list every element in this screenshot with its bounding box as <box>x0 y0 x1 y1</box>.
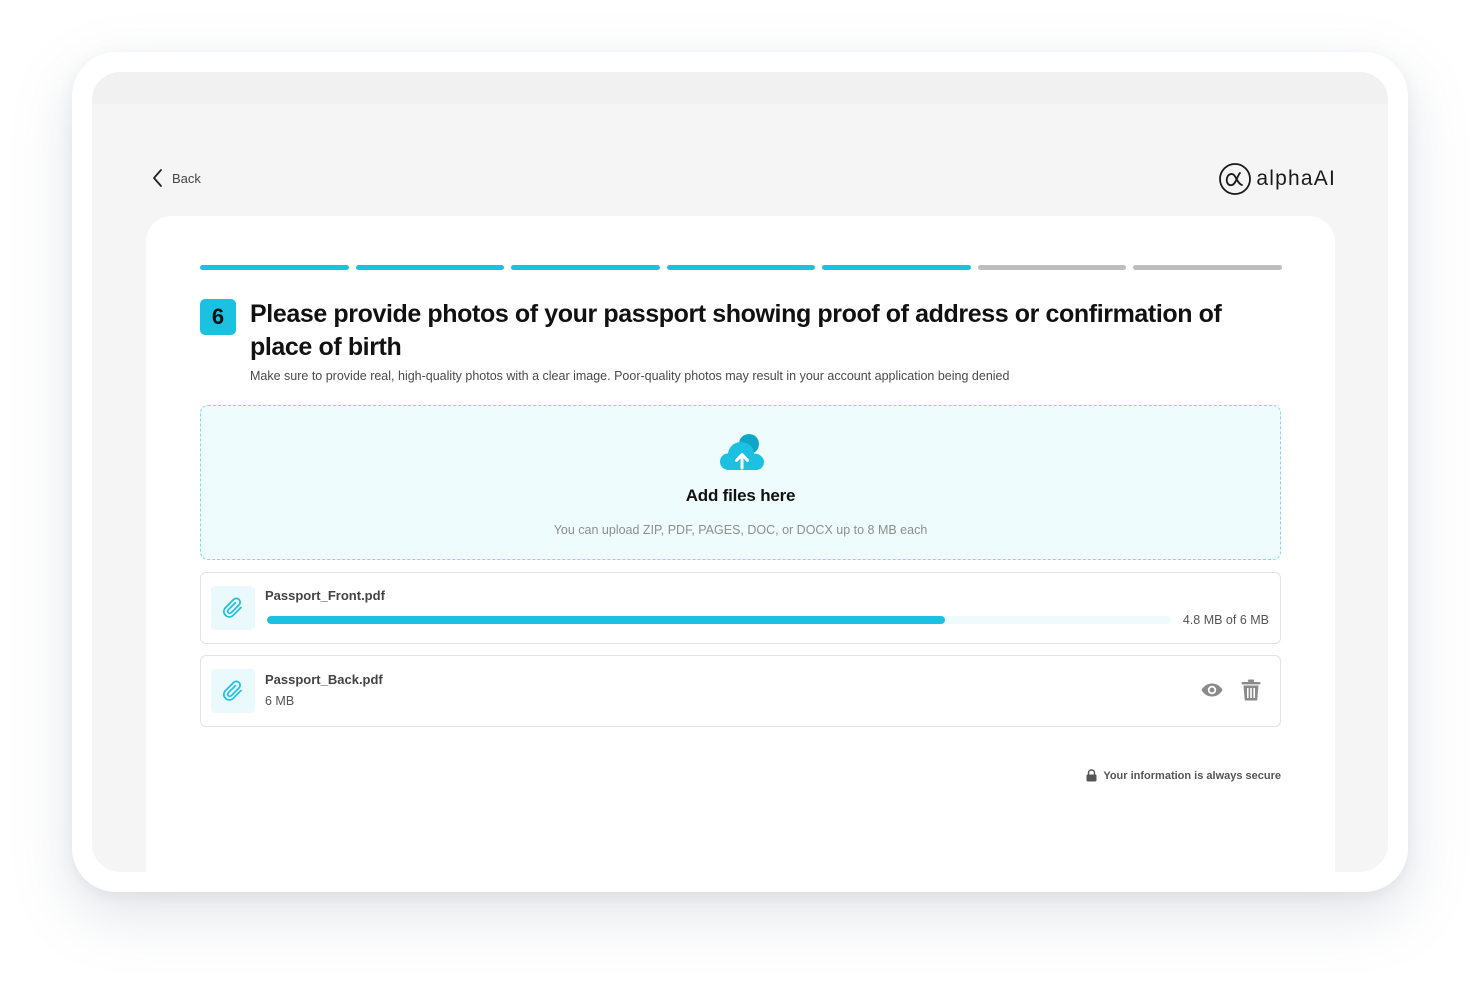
file-type-badge <box>211 669 255 713</box>
preview-file-button[interactable] <box>1200 678 1224 707</box>
paperclip-icon <box>223 597 242 618</box>
dropzone-subtitle: You can upload ZIP, PDF, PAGES, DOC, or … <box>553 523 928 537</box>
upload-progress-text: 4.8 MB of 6 MB <box>1182 613 1269 627</box>
logo-text: alphaAI <box>1256 167 1336 190</box>
question-hint: Make sure to provide real, high-quality … <box>250 369 1010 383</box>
paperclip-icon <box>223 680 242 701</box>
lock-icon <box>1086 769 1097 782</box>
progress-segment-pending <box>977 265 1126 270</box>
progress-segment-complete <box>511 265 660 270</box>
alpha-logo-icon <box>1219 163 1252 195</box>
file-dropzone[interactable]: Add files here You can upload ZIP, PDF, … <box>200 405 1281 560</box>
question-title: Please provide photos of your passport s… <box>250 300 1222 361</box>
file-item-uploaded: Passport_Back.pdf 6 MB <box>200 655 1281 727</box>
upload-progress-bar <box>267 616 1171 624</box>
brand-logo: alphaAI <box>1218 162 1336 196</box>
back-button[interactable]: Back <box>152 168 201 188</box>
tablet-frame: Back alphaAI 6 Please provide photos of … <box>72 52 1408 892</box>
step-number-badge: 6 <box>200 299 236 335</box>
form-card: 6 Please provide photos of your passport… <box>146 216 1335 872</box>
dropzone-title: Add files here <box>685 486 796 505</box>
progress-segment-complete <box>355 265 504 270</box>
eye-icon <box>1201 683 1223 697</box>
cloud-upload-icon <box>720 434 764 470</box>
file-name: Passport_Front.pdf <box>265 588 385 603</box>
file-size: 6 MB <box>265 694 295 708</box>
status-bar <box>92 72 1388 104</box>
security-note-text: Your information is always secure <box>1103 769 1281 782</box>
app-screen: Back alphaAI 6 Please provide photos of … <box>92 72 1388 872</box>
security-note: Your information is always secure <box>1086 769 1281 782</box>
file-type-badge <box>211 586 255 630</box>
delete-file-button[interactable] <box>1240 678 1262 707</box>
chevron-left-icon <box>153 169 162 187</box>
upload-progress-fill <box>267 616 945 624</box>
trash-icon <box>1241 679 1261 701</box>
file-name: Passport_Back.pdf <box>265 672 383 687</box>
progress-segment-pending <box>1133 265 1282 270</box>
step-progress <box>200 265 1282 270</box>
progress-segment-complete <box>822 265 971 270</box>
file-item-uploading: Passport_Front.pdf 4.8 MB of 6 MB <box>200 572 1281 644</box>
progress-segment-complete <box>200 265 349 270</box>
progress-segment-complete <box>666 265 815 270</box>
back-label: Back <box>172 170 201 186</box>
